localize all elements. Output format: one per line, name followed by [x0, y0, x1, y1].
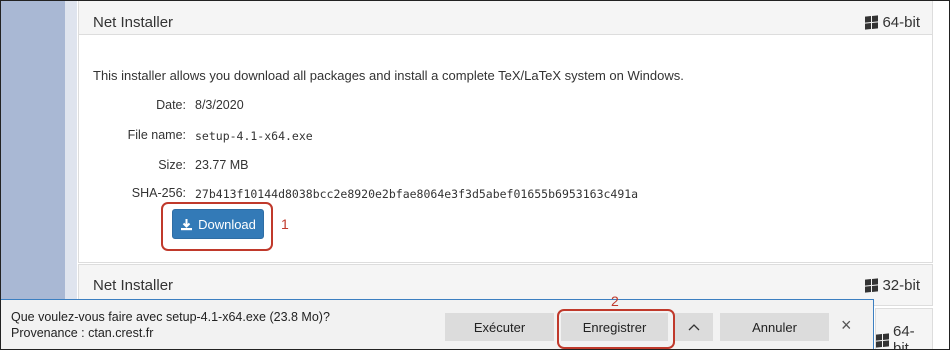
arch-label: 64-bit: [865, 14, 920, 31]
browser-page: Net Installer 64-bit This installer allo…: [0, 0, 950, 350]
detail-value: 23.77 MB: [195, 158, 249, 172]
page-left-gutter: [65, 1, 77, 349]
detail-label: File name:: [127, 128, 186, 142]
detail-label: Date:: [156, 98, 186, 112]
close-icon[interactable]: ×: [841, 315, 852, 336]
annotation-number: 2: [611, 293, 619, 309]
panel-title: Net Installer: [93, 277, 174, 294]
cancel-button[interactable]: Annuler: [720, 313, 829, 341]
arch-text: 32-bit: [882, 277, 920, 294]
installer-panel-64bit-next: 64-bit: [875, 308, 933, 350]
detail-value: setup-4.1-x64.exe: [195, 129, 313, 143]
download-notification-bar: Que voulez-vous faire avec setup-4.1-x64…: [1, 299, 874, 349]
windows-icon: [865, 278, 879, 293]
download-question: Que voulez-vous faire avec setup-4.1-x64…: [11, 310, 330, 324]
expand-options-button[interactable]: [675, 313, 713, 341]
chevron-up-icon: [688, 324, 700, 331]
arch-label: 64-bit: [876, 323, 920, 350]
panel-title: Net Installer: [93, 14, 174, 31]
detail-value: 8/3/2020: [195, 98, 244, 112]
download-source: Provenance : ctan.crest.fr: [11, 326, 154, 340]
annotation-outline-download: [161, 202, 273, 251]
annotation-number: 1: [281, 216, 289, 232]
page-left-background: [1, 1, 65, 349]
detail-label: SHA-256:: [131, 186, 186, 200]
arch-label: 32-bit: [865, 277, 920, 294]
panel-heading: 64-bit: [876, 309, 932, 350]
detail-label: Size:: [158, 158, 186, 172]
detail-value: 27b413f10144d8038bcc2e8920e2bfae8064e3f3…: [195, 187, 639, 201]
arch-text: 64-bit: [882, 14, 920, 31]
arch-text: 64-bit: [893, 323, 915, 350]
panel-heading: Net Installer 64-bit: [79, 1, 932, 35]
annotation-outline-save: [557, 309, 675, 349]
windows-icon: [865, 15, 879, 30]
run-button[interactable]: Exécuter: [445, 313, 554, 341]
windows-icon: [876, 332, 889, 348]
download-prompt: Que voulez-vous faire avec setup-4.1-x64…: [11, 309, 330, 341]
installer-description: This installer allows you download all p…: [93, 68, 684, 83]
